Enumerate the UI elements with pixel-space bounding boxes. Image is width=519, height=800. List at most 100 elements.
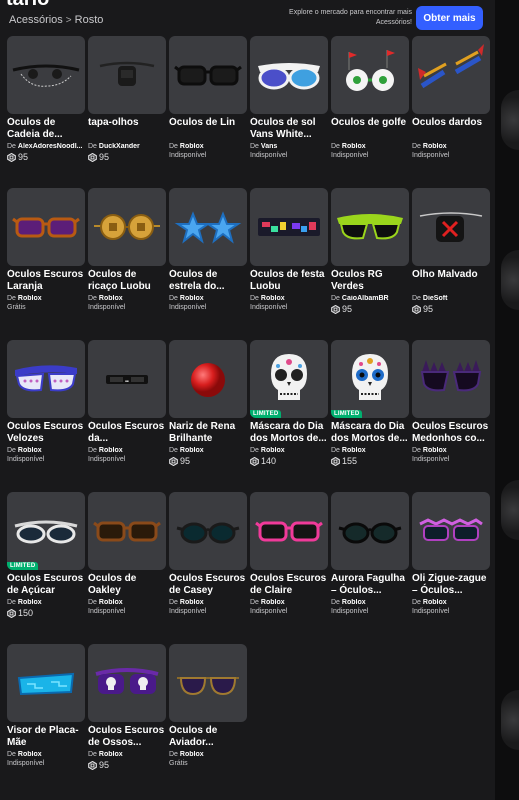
item-card[interactable]: LIMITED Máscara do Dia dos Mortos de... … <box>331 340 409 492</box>
creator-name[interactable]: Roblox <box>99 599 123 606</box>
creator-name[interactable]: Roblox <box>261 295 285 302</box>
item-card[interactable]: Óculos Escuros de Casey De Roblox Indisp… <box>169 492 247 644</box>
item-name[interactable]: Visor de Placa-Mãe <box>7 725 85 750</box>
item-thumbnail[interactable] <box>88 492 166 570</box>
creator-name[interactable]: DuckXander <box>99 143 140 150</box>
get-more-button[interactable]: Obter mais <box>416 6 483 30</box>
item-name[interactable]: Óculos de Oakley <box>88 573 166 598</box>
creator-name[interactable]: Roblox <box>18 751 42 758</box>
item-thumbnail[interactable] <box>250 188 328 266</box>
creator-name[interactable]: Roblox <box>261 447 285 454</box>
item-name[interactable]: Óculos Escuros de Ossos... <box>88 725 166 750</box>
item-thumbnail[interactable] <box>169 188 247 266</box>
item-card[interactable]: Óculos de ricaço Luobu De Roblox Indispo… <box>88 188 166 340</box>
item-thumbnail[interactable] <box>331 188 409 266</box>
item-card[interactable]: Oli Zigue-zague – Óculos... De Roblox In… <box>412 492 490 644</box>
item-card[interactable]: Óculos Escuros de Claire De Roblox Indis… <box>250 492 328 644</box>
item-name[interactable]: Óculos Escuros de Açúcar <box>7 573 85 598</box>
creator-name[interactable]: Roblox <box>423 143 447 150</box>
item-name[interactable]: Óculos de golfe <box>331 117 409 142</box>
item-card[interactable]: Óculos dardos De Roblox Indisponível <box>412 36 490 188</box>
item-name[interactable]: Óculos Escuros Velozes <box>7 421 85 446</box>
item-thumbnail[interactable] <box>169 36 247 114</box>
item-thumbnail[interactable] <box>88 644 166 722</box>
item-name[interactable]: Óculos de Cadeia de... <box>7 117 85 142</box>
item-card[interactable]: Óculos de Cadeia de... De AlexAdoresNood… <box>7 36 85 188</box>
item-thumbnail[interactable]: LIMITED <box>250 340 328 418</box>
creator-name[interactable]: Roblox <box>180 751 204 758</box>
item-name[interactable]: Óculos RG Verdes <box>331 269 409 294</box>
creator-name[interactable]: Roblox <box>180 599 204 606</box>
item-card[interactable]: Óculos de Lin De Roblox Indisponível <box>169 36 247 188</box>
creator-name[interactable]: Roblox <box>99 295 123 302</box>
item-name[interactable]: tapa-olhos <box>88 117 166 142</box>
item-card[interactable]: Óculos Escuros de Ossos... De Roblox 95 <box>88 644 166 796</box>
item-name[interactable]: Óculos Escuros da... <box>88 421 166 446</box>
creator-name[interactable]: CaioAlbamBR <box>342 295 389 302</box>
item-name[interactable]: Óculos Escuros de Claire <box>250 573 328 598</box>
item-thumbnail[interactable] <box>331 492 409 570</box>
item-thumbnail[interactable] <box>412 492 490 570</box>
item-card[interactable]: Aurora Fagulha – Óculos... De Roblox Ind… <box>331 492 409 644</box>
item-name[interactable]: Oli Zigue-zague – Óculos... <box>412 573 490 598</box>
creator-name[interactable]: DieSoft <box>423 295 448 302</box>
item-name[interactable]: Óculos Escuros Laranja <box>7 269 85 294</box>
item-card[interactable]: Olho Malvado De DieSoft 95 <box>412 188 490 340</box>
item-card[interactable]: LIMITED Máscara do Dia dos Mortos de... … <box>250 340 328 492</box>
creator-name[interactable]: Roblox <box>261 599 285 606</box>
item-name[interactable]: Máscara do Dia dos Mortos de... <box>331 421 409 446</box>
item-thumbnail[interactable] <box>412 340 490 418</box>
item-thumbnail[interactable] <box>7 188 85 266</box>
creator-name[interactable]: Roblox <box>180 143 204 150</box>
item-name[interactable]: Óculos de festa Luobu <box>250 269 328 294</box>
item-thumbnail[interactable] <box>88 36 166 114</box>
item-thumbnail[interactable] <box>169 492 247 570</box>
creator-name[interactable]: Roblox <box>18 599 42 606</box>
item-card[interactable]: Óculos RG Verdes De CaioAlbamBR 95 <box>331 188 409 340</box>
item-name[interactable]: Óculos de ricaço Luobu <box>88 269 166 294</box>
item-card[interactable]: Óculos de golfe De Roblox Indisponível <box>331 36 409 188</box>
item-card[interactable]: Óculos Escuros Laranja De Roblox Grátis <box>7 188 85 340</box>
item-thumbnail[interactable] <box>169 644 247 722</box>
item-thumbnail[interactable] <box>331 36 409 114</box>
creator-name[interactable]: Vans <box>261 143 277 150</box>
item-thumbnail[interactable] <box>412 36 490 114</box>
item-name[interactable]: Óculos de Lin <box>169 117 247 142</box>
creator-name[interactable]: Roblox <box>423 447 447 454</box>
item-thumbnail[interactable] <box>7 36 85 114</box>
item-name[interactable]: Óculos Escuros Medonhos co... <box>412 421 490 446</box>
creator-name[interactable]: Roblox <box>342 143 366 150</box>
item-thumbnail[interactable] <box>250 36 328 114</box>
item-name[interactable]: Máscara do Dia dos Mortos de... <box>250 421 328 446</box>
item-card[interactable]: Óculos de estrela do... De Roblox Indisp… <box>169 188 247 340</box>
item-thumbnail[interactable]: LIMITED <box>331 340 409 418</box>
creator-name[interactable]: Roblox <box>342 447 366 454</box>
item-name[interactable]: Olho Malvado <box>412 269 490 294</box>
item-card[interactable]: Óculos Escuros Velozes De Roblox Indispo… <box>7 340 85 492</box>
item-card[interactable]: ■■ Óculos Escuros da... De Roblox Indisp… <box>88 340 166 492</box>
item-thumbnail[interactable] <box>7 340 85 418</box>
creator-name[interactable]: Roblox <box>180 295 204 302</box>
item-thumbnail[interactable] <box>250 492 328 570</box>
item-card[interactable]: Óculos de Oakley De Roblox Indisponível <box>88 492 166 644</box>
item-thumbnail[interactable] <box>88 188 166 266</box>
item-name[interactable]: Aurora Fagulha – Óculos... <box>331 573 409 598</box>
item-thumbnail[interactable] <box>412 188 490 266</box>
creator-name[interactable]: Roblox <box>18 447 42 454</box>
item-thumbnail[interactable]: LIMITED <box>7 492 85 570</box>
item-name[interactable]: Nariz de Rena Brilhante <box>169 421 247 446</box>
creator-name[interactable]: AlexAdoresNoodl... <box>18 143 83 150</box>
item-name[interactable]: Óculos de sol Vans White... <box>250 117 328 142</box>
item-card[interactable]: Nariz de Rena Brilhante De Roblox 95 <box>169 340 247 492</box>
creator-name[interactable]: Roblox <box>342 599 366 606</box>
item-card[interactable]: Óculos de Aviador... De Roblox Grátis <box>169 644 247 796</box>
item-card[interactable]: LIMITED Óculos Escuros de Açúcar De Robl… <box>7 492 85 644</box>
item-thumbnail[interactable] <box>169 340 247 418</box>
creator-name[interactable]: Roblox <box>423 599 447 606</box>
item-thumbnail[interactable]: ■■ <box>88 340 166 418</box>
creator-name[interactable]: Roblox <box>180 447 204 454</box>
breadcrumb-parent[interactable]: Acessórios <box>9 14 63 26</box>
creator-name[interactable]: Roblox <box>99 447 123 454</box>
creator-name[interactable]: Roblox <box>99 751 123 758</box>
item-name[interactable]: Óculos de Aviador... <box>169 725 247 750</box>
